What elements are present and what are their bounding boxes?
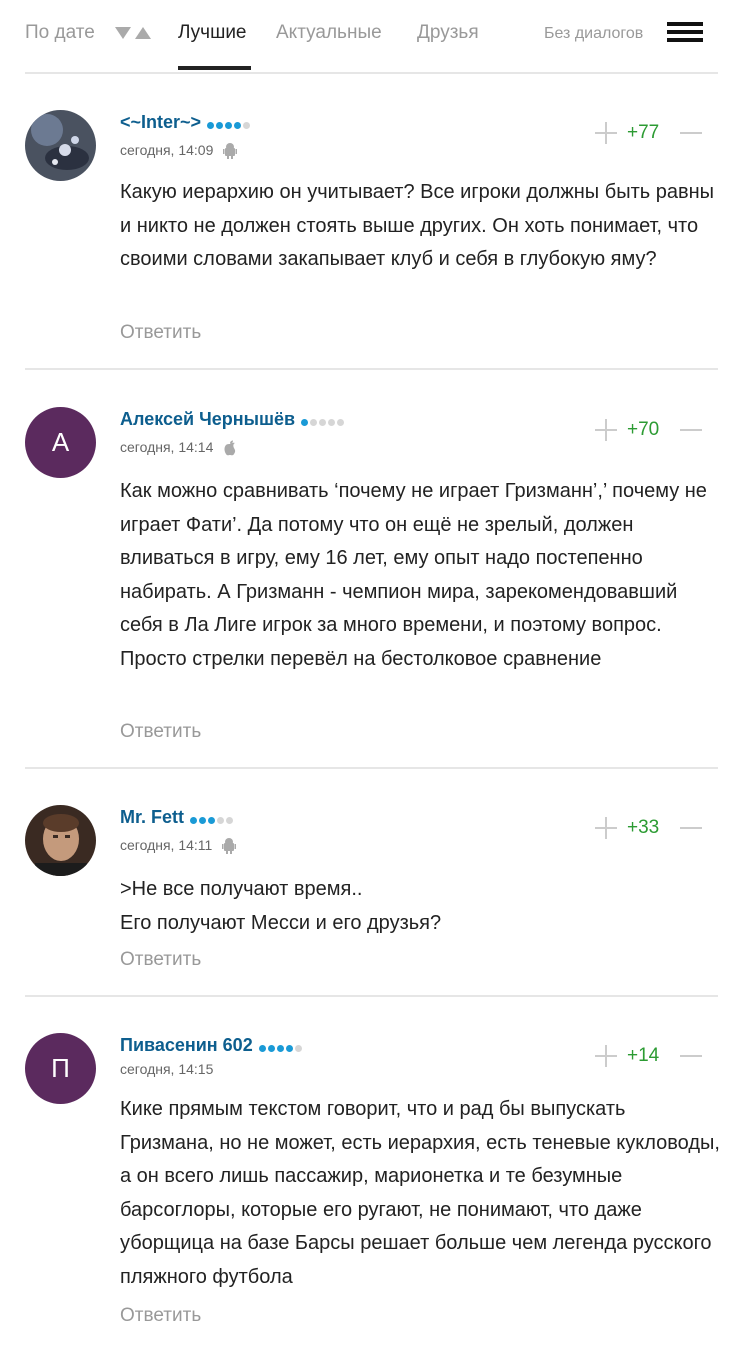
reply-link[interactable]: Ответить	[120, 721, 201, 743]
no-dialogs-toggle[interactable]: Без диалогов	[544, 25, 643, 43]
tab-actual[interactable]: Актуальные	[276, 22, 382, 44]
vote-score: +14	[627, 1045, 660, 1066]
vote-controls: +33	[595, 817, 705, 841]
tab-friends[interactable]: Друзья	[417, 22, 479, 44]
comment-text: Какую иерархию он учитывает? Все игроки …	[120, 181, 714, 270]
upvote-plus-icon[interactable]	[595, 419, 617, 441]
upvote-plus-icon[interactable]	[595, 1045, 617, 1067]
vote-controls: +77	[595, 122, 705, 146]
divider	[25, 368, 718, 370]
author-name[interactable]: Алексей Чернышёв	[120, 409, 346, 431]
android-icon	[223, 143, 238, 160]
rating-dots	[190, 808, 235, 829]
divider	[25, 995, 718, 997]
sort-tabs: По дате Лучшие Актуальные Друзья Без диа…	[25, 0, 718, 74]
comment-meta: сегодня, 14:09	[120, 142, 238, 160]
rating-dots	[258, 1036, 304, 1057]
tab-best[interactable]: Лучшие	[178, 22, 247, 44]
android-icon	[222, 838, 237, 855]
comment-text: Кике прямым текстом говорит, что и рад б…	[120, 1098, 720, 1288]
vote-controls: +70	[595, 419, 705, 443]
avatar[interactable]	[25, 805, 96, 876]
vote-score: +70	[627, 419, 660, 440]
upvote-plus-icon[interactable]	[595, 817, 617, 839]
vote-score: +33	[627, 817, 660, 838]
menu-icon[interactable]	[667, 22, 703, 46]
divider	[25, 767, 718, 769]
downvote-minus-icon[interactable]	[680, 132, 702, 134]
vote-controls: +14	[595, 1045, 705, 1069]
upvote-plus-icon[interactable]	[595, 122, 617, 144]
comment-text: >Не все получают время.. Его получают Ме…	[120, 878, 442, 934]
comment-meta: сегодня, 14:14	[120, 439, 237, 456]
reply-link[interactable]: Ответить	[120, 1305, 201, 1327]
comment-text: Как можно сравнивать ‘почему не играет Г…	[120, 480, 707, 670]
sort-arrows-icon[interactable]	[115, 26, 153, 40]
reply-link[interactable]: Ответить	[120, 949, 201, 971]
avatar[interactable]	[25, 110, 96, 181]
active-tab-indicator	[178, 66, 251, 70]
downvote-minus-icon[interactable]	[680, 827, 702, 829]
rating-dots	[207, 113, 252, 134]
tab-by-date[interactable]: По дате	[25, 22, 95, 44]
downvote-minus-icon[interactable]	[680, 429, 702, 431]
author-name[interactable]: <~Inter~>	[120, 112, 252, 134]
apple-icon	[224, 440, 236, 456]
comment-meta: сегодня, 14:15	[120, 1061, 214, 1077]
avatar[interactable]: П	[25, 1033, 96, 1104]
downvote-minus-icon[interactable]	[680, 1055, 702, 1057]
comment-meta: сегодня, 14:11	[120, 837, 237, 855]
vote-score: +77	[627, 122, 660, 143]
reply-link[interactable]: Ответить	[120, 322, 201, 344]
author-name[interactable]: Пивасенин 602	[120, 1035, 304, 1057]
avatar[interactable]: А	[25, 407, 96, 478]
rating-dots	[301, 410, 346, 431]
author-name[interactable]: Mr. Fett	[120, 807, 235, 829]
